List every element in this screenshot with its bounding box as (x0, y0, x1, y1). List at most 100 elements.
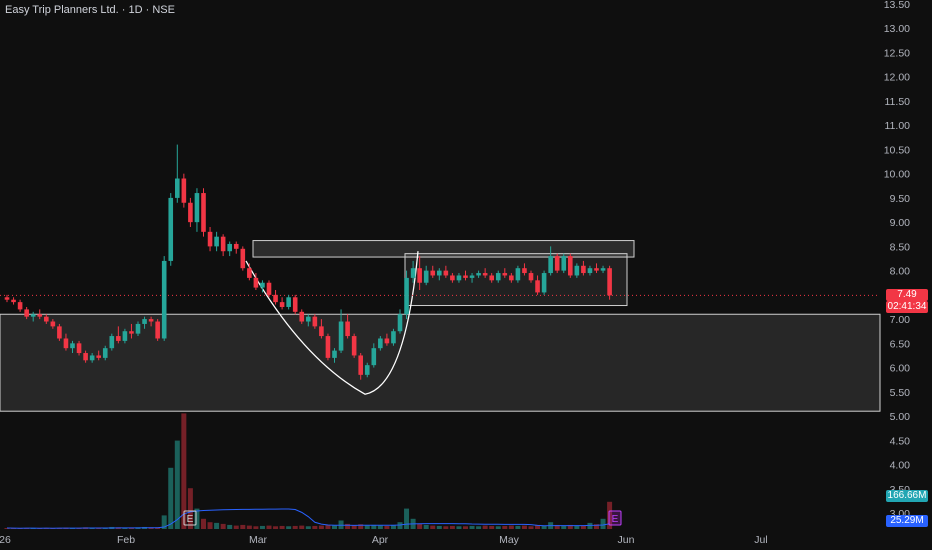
volume-bar (495, 526, 501, 529)
candle-body (102, 348, 108, 358)
volume-bar (377, 525, 383, 529)
candle-body (325, 336, 331, 358)
candle-body (463, 275, 468, 278)
volume-ma-line (6, 508, 610, 529)
last-price-label: 7.49 (886, 289, 928, 301)
volume-bar (489, 525, 495, 529)
volume-bar (436, 525, 442, 529)
candle-body (332, 350, 337, 358)
volume-bar (318, 525, 324, 529)
candle-body (89, 355, 95, 361)
volume-bar (502, 525, 508, 529)
price-axis-tick: 7.00 (890, 314, 911, 326)
price-axis-tick: 12.00 (884, 72, 910, 84)
candle-body (240, 248, 246, 269)
candle-body (306, 316, 311, 322)
candle-body (338, 321, 344, 351)
candle-body (227, 243, 232, 252)
candle-body (489, 275, 494, 281)
volume-bar (443, 526, 449, 529)
price-axis-tick: 11.00 (885, 120, 911, 132)
volume-bar (312, 525, 318, 529)
price-chart[interactable]: E E 13.50 13.00 12.50 12.00 11.50 11.00 10.50 10.… (0, 0, 932, 550)
candle-body (247, 268, 252, 278)
candle-body (83, 353, 88, 361)
candle-body (188, 202, 193, 223)
volume-bar (259, 525, 265, 529)
volume-bar (482, 525, 488, 529)
candle-body (594, 268, 599, 271)
earnings-marker-label: E (187, 514, 194, 525)
volume-bar (404, 508, 410, 529)
volume-bar (580, 525, 586, 529)
candle-body (50, 321, 56, 327)
bar-countdown-label: 02:41:34 (886, 301, 928, 313)
volume-bar (214, 522, 220, 529)
candle-body (11, 299, 16, 303)
candle-body (70, 343, 75, 349)
time-axis-label: 26 (0, 534, 11, 546)
candle-body (312, 316, 318, 327)
time-axis-label: Feb (117, 534, 135, 546)
candle-body (63, 338, 69, 349)
support-zone (0, 313, 881, 412)
volume-bar (469, 525, 475, 529)
candle-body (129, 331, 134, 334)
volume-bar (299, 525, 305, 529)
price-axis-tick: 6.00 (890, 363, 911, 375)
candle-body (515, 268, 521, 281)
volume-bar (515, 525, 521, 529)
candle-body (116, 336, 121, 341)
price-axis-tick: 8.50 (890, 241, 911, 253)
candle-body (220, 236, 226, 252)
price-axis-tick: 13.50 (884, 0, 910, 11)
candle-body (76, 343, 82, 354)
volume-bar (521, 525, 527, 529)
candle-body (417, 268, 422, 283)
price-axis-tick: 9.50 (890, 193, 911, 205)
price-axis-tick: 9.00 (890, 217, 911, 229)
candle-body (397, 314, 403, 332)
volume-bar (253, 526, 259, 529)
candle-body (509, 275, 514, 281)
candle-body (554, 256, 560, 271)
candle-body (17, 302, 23, 310)
candle-body (44, 316, 49, 322)
volume-bar (168, 467, 174, 529)
candle-body (24, 309, 29, 317)
candle-body (581, 265, 586, 274)
candle-body (292, 297, 298, 312)
candle-body (161, 260, 167, 339)
volume-bar (273, 526, 279, 529)
candle-body (201, 193, 206, 232)
candle-body (266, 282, 272, 295)
candle-body (410, 268, 416, 278)
candle-body (37, 314, 43, 317)
candle-body (482, 273, 488, 276)
volume-bar (174, 440, 180, 529)
price-axis-tick: 11.50 (885, 96, 911, 108)
candle-body (587, 268, 593, 274)
candle-body (541, 273, 547, 293)
volume-bar (476, 526, 482, 529)
candle-body (299, 311, 305, 322)
candle-body (522, 268, 527, 274)
volume-ma-value-label: 25.29M (886, 515, 928, 527)
candle-body (404, 277, 409, 315)
candle-body (168, 197, 174, 261)
volume-bar (233, 525, 239, 529)
volume-bar (332, 525, 337, 529)
candle-body (122, 331, 128, 341)
price-axis-tick: 10.00 (884, 169, 910, 181)
volume-bar (227, 524, 233, 529)
candle-body (142, 319, 147, 324)
time-axis-label: Mar (249, 534, 268, 546)
candle-body (443, 270, 449, 276)
candle-body (96, 355, 101, 358)
candle-body (568, 256, 573, 276)
candle-body (155, 321, 160, 339)
time-axis-label: Apr (372, 534, 389, 546)
volume-bar (574, 525, 580, 529)
candle-body (535, 280, 540, 293)
candle-body (260, 282, 265, 288)
